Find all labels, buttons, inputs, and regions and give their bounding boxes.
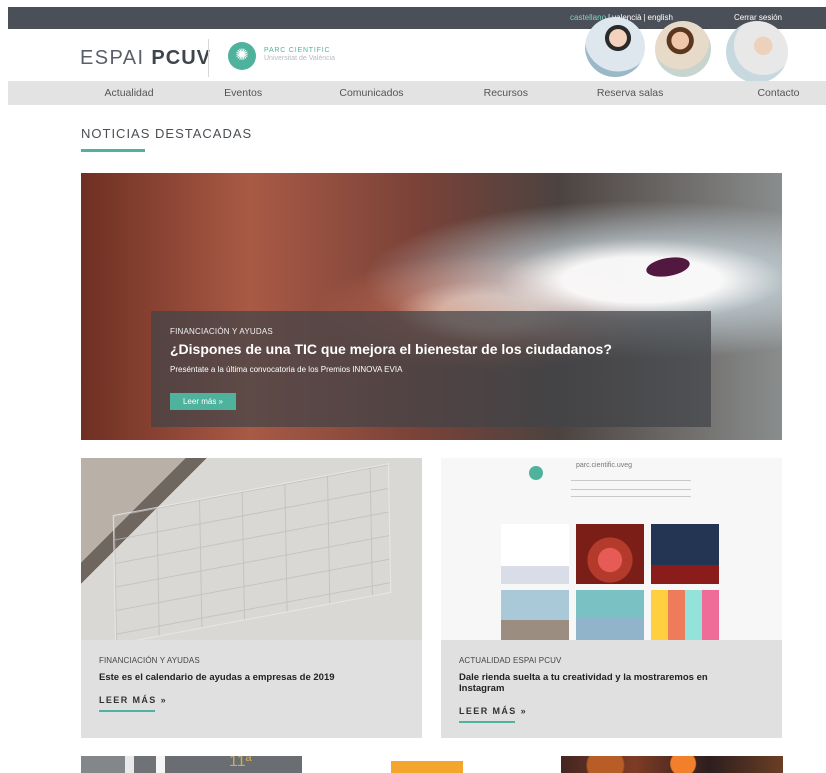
header-photo-scientist [585, 17, 645, 77]
hero-banner[interactable]: FINANCIACIÓN Y AYUDAS ¿Dispones de una T… [81, 173, 782, 440]
hero-fingernail [644, 254, 692, 280]
nav-recursos[interactable]: Recursos [461, 87, 551, 99]
instagram-tile [651, 590, 719, 640]
instagram-avatar-icon [529, 466, 543, 480]
bottom-promo-image-left[interactable]: 11ª [81, 756, 302, 773]
instagram-preview-line [571, 489, 691, 490]
partner-line-2: Universitat de València [264, 55, 336, 62]
hero-subtitle: Preséntate a la última convocatoria de l… [170, 365, 403, 374]
brand-left: ESPAI [80, 47, 145, 69]
hero-read-more-button[interactable]: Leer más » [170, 393, 236, 410]
news-card-calendar[interactable]: FINANCIACIÓN Y AYUDAS Este es el calenda… [81, 458, 422, 738]
nav-contacto[interactable]: Contacto [733, 87, 823, 99]
instagram-tile [501, 524, 569, 584]
hero-category: FINANCIACIÓN Y AYUDAS [170, 327, 273, 336]
main-nav: Actualidad Eventos Comunicados Recursos … [8, 81, 826, 105]
parc-cientific-logo-text: PARC CIENTIFIC Universitat de València [264, 47, 335, 63]
header-photo-lab [655, 21, 711, 77]
card-read-more-underline [99, 710, 155, 712]
header-photo-microscope [726, 21, 788, 83]
news-card-instagram[interactable]: parc.cientific.uveg ACTUALIDAD ESPAI PCU… [441, 458, 782, 738]
parc-cientific-logo-icon: ✺ [228, 42, 256, 70]
bottom-promo-logo-shape [391, 761, 463, 773]
nav-comunicados[interactable]: Comunicados [310, 87, 433, 99]
hero-caption-box: FINANCIACIÓN Y AYUDAS ¿Dispones de una T… [151, 311, 711, 427]
instagram-tile [501, 590, 569, 640]
section-title-underline [81, 149, 145, 152]
brand-right: PCUV [151, 47, 211, 69]
bottom-promo-image-center[interactable] [391, 756, 463, 773]
site-header: ESPAI PCUV ✺ PARC CIENTIFIC Universitat … [8, 17, 826, 83]
instagram-tile [576, 590, 644, 640]
instagram-tile [576, 524, 644, 584]
card-read-more-link[interactable]: LEER MÁS » [99, 695, 167, 705]
instagram-preview-image[interactable]: parc.cientific.uveg [441, 458, 782, 640]
hero-title[interactable]: ¿Dispones de una TIC que mejora el biene… [170, 341, 612, 357]
partner-line-1: PARC CIENTIFIC [264, 47, 331, 54]
lang-separator: | [643, 13, 646, 22]
card-read-more-link[interactable]: LEER MÁS » [459, 706, 527, 716]
site-logo[interactable]: ESPAI PCUV [80, 47, 211, 70]
card-category: FINANCIACIÓN Y AYUDAS [99, 656, 200, 665]
top-bar: castellano|valencià|english Cerrar sesió… [8, 7, 826, 29]
bottom-promo-text: 11ª [229, 756, 252, 770]
instagram-tile [651, 524, 719, 584]
planner-image[interactable] [81, 458, 422, 640]
card-title[interactable]: Este es el calendario de ayudas a empres… [99, 672, 389, 683]
header-photos [585, 17, 797, 83]
bottom-promo-image-right[interactable] [561, 756, 783, 773]
card-read-more-underline [459, 721, 515, 723]
card-category: ACTUALIDAD ESPAI PCUV [459, 656, 562, 665]
instagram-preview-line [571, 480, 691, 481]
instagram-account-name: parc.cientific.uveg [576, 462, 633, 469]
nav-reserva-salas[interactable]: Reserva salas [569, 87, 692, 99]
instagram-preview-line [571, 496, 691, 497]
card-title[interactable]: Dale rienda suelta a tu creatividad y la… [459, 672, 749, 694]
lang-english[interactable]: english [648, 13, 673, 22]
nav-actualidad[interactable]: Actualidad [80, 87, 178, 99]
header-divider [208, 39, 209, 77]
nav-eventos[interactable]: Eventos [198, 87, 288, 99]
section-title: NOTICIAS DESTACADAS [81, 126, 253, 141]
planner-grid [112, 463, 392, 640]
